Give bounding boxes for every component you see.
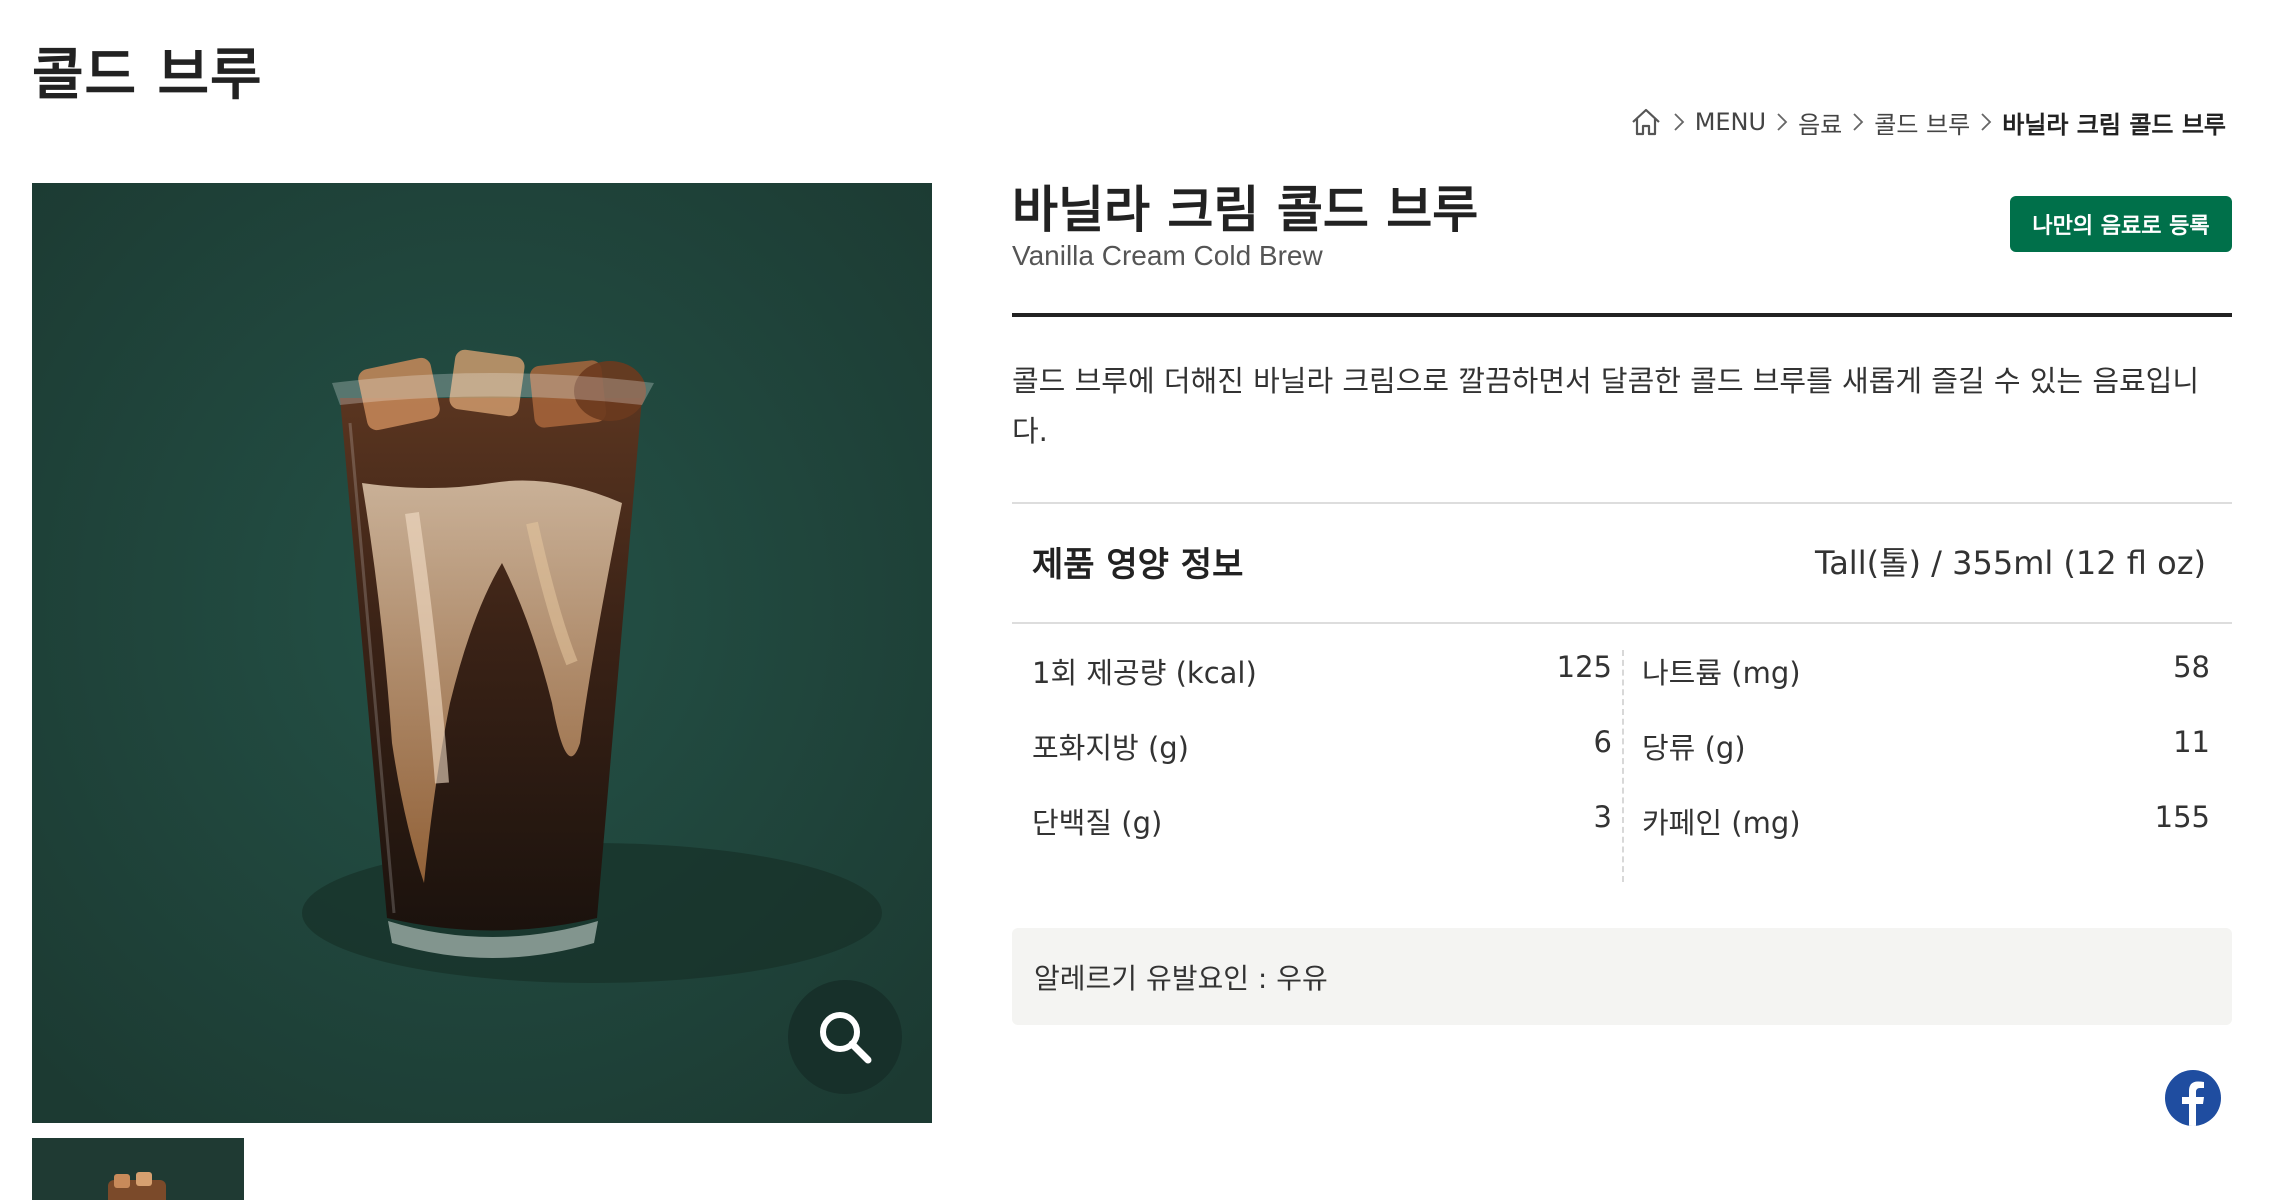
serving-size[interactable]: Tall(톨) / 355ml (12 fl oz) xyxy=(1815,538,2206,584)
nutrition-value: 155 xyxy=(2154,800,2210,834)
chevron-right-icon xyxy=(1978,110,1994,134)
nutrition-row: 나트륨 (mg) 58 xyxy=(1642,650,2210,725)
breadcrumb-item-menu[interactable]: MENU xyxy=(1695,108,1766,136)
nutrition-label: 당류 (g) xyxy=(1642,731,1746,765)
product-name: 바닐라 크림 콜드 브루 xyxy=(1012,181,1479,239)
page-title: 콜드 브루 xyxy=(32,43,263,108)
title-divider xyxy=(1012,313,2232,317)
nutrition-table: 1회 제공량 (kcal) 125 포화지방 (g) 6 단백질 (g) 3 나… xyxy=(1012,650,2232,882)
register-favorite-button[interactable]: 나만의 음료로 등록 xyxy=(2010,196,2232,252)
column-divider xyxy=(1622,650,1624,882)
allergy-info-box: 알레르기 유발요인 : 우유 xyxy=(1012,928,2232,1025)
nutrition-value: 11 xyxy=(2173,725,2210,759)
nutrition-row: 포화지방 (g) 6 xyxy=(1032,725,1612,800)
nutrition-value: 58 xyxy=(2173,650,2210,684)
nutrition-label: 단백질 (g) xyxy=(1032,806,1163,840)
nutrition-row: 당류 (g) 11 xyxy=(1642,725,2210,800)
facebook-share-button[interactable] xyxy=(2165,1070,2221,1126)
magnifier-icon xyxy=(820,1012,872,1064)
breadcrumb-item-cold-brew[interactable]: 콜드 브루 xyxy=(1874,105,1970,140)
breadcrumb-item-drinks[interactable]: 음료 xyxy=(1798,105,1842,140)
nutrition-title: 제품 영양 정보 xyxy=(1032,545,1244,585)
chevron-right-icon xyxy=(1774,110,1790,134)
breadcrumb: MENU 음료 콜드 브루 바닐라 크림 콜드 브루 xyxy=(1629,104,2226,140)
zoom-button[interactable] xyxy=(788,980,902,1094)
product-image xyxy=(32,183,932,1123)
nutrition-row: 카페인 (mg) 155 xyxy=(1642,800,2210,875)
thumbnail-image[interactable] xyxy=(32,1138,244,1200)
nutrition-row: 단백질 (g) 3 xyxy=(1032,800,1612,875)
nutrition-top-divider xyxy=(1012,502,2232,504)
nutrition-label: 1회 제공량 (kcal) xyxy=(1032,656,1257,690)
nutrition-value: 6 xyxy=(1593,725,1612,759)
nutrition-value: 3 xyxy=(1593,800,1612,834)
allergy-text: 알레르기 유발요인 : 우유 xyxy=(1034,961,1328,995)
product-name-en: Vanilla Cream Cold Brew xyxy=(1012,240,1323,271)
product-description: 콜드 브루에 더해진 바닐라 크림으로 깔끔하면서 달콤한 콜드 브루를 새롭게… xyxy=(1012,364,2200,448)
home-icon[interactable] xyxy=(1629,105,1663,139)
nutrition-row: 1회 제공량 (kcal) 125 xyxy=(1032,650,1612,725)
iced-coffee-illustration xyxy=(32,183,932,1123)
nutrition-label: 카페인 (mg) xyxy=(1642,806,1801,840)
nutrition-header-divider xyxy=(1012,622,2232,624)
breadcrumb-current: 바닐라 크림 콜드 브루 xyxy=(2002,110,2226,139)
chevron-right-icon xyxy=(1671,110,1687,134)
facebook-icon xyxy=(2182,1081,2204,1126)
chevron-right-icon xyxy=(1850,110,1866,134)
nutrition-label: 포화지방 (g) xyxy=(1032,731,1189,765)
nutrition-label: 나트륨 (mg) xyxy=(1642,656,1801,690)
nutrition-value: 125 xyxy=(1556,650,1612,684)
